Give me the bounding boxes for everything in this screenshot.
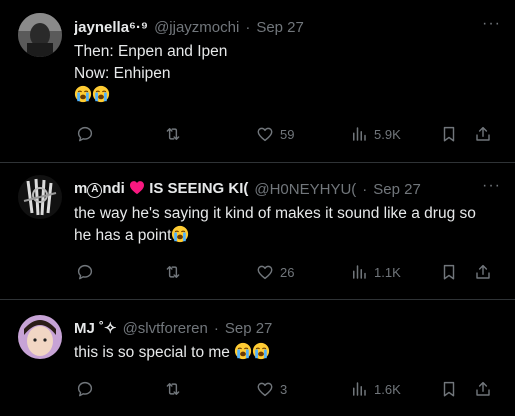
retweet-icon: [164, 263, 182, 281]
view-count: 5.9K: [374, 126, 401, 142]
views-button[interactable]: 5.9K: [350, 125, 401, 143]
loudly-crying-emoji: [234, 342, 252, 360]
like-icon: [256, 125, 274, 143]
avatar-image: [18, 175, 62, 219]
tweet-1[interactable]: jaynella⁶·⁹ @jjayzmochi · Sep 27 ··· The…: [0, 0, 515, 162]
views-button[interactable]: 1.6K: [350, 380, 401, 398]
reply-button[interactable]: [76, 263, 94, 281]
display-name-part: m: [74, 180, 88, 197]
views-button[interactable]: 1.1K: [350, 263, 401, 281]
timestamp[interactable]: Sep 27: [256, 19, 304, 36]
display-name-part: ndi: [102, 180, 125, 197]
share-icon: [474, 380, 492, 398]
bookmark-icon: [440, 125, 458, 143]
retweet-button[interactable]: [164, 263, 182, 281]
like-icon: [256, 380, 274, 398]
loudly-crying-emoji: [74, 85, 92, 103]
like-icon: [256, 263, 274, 281]
retweet-button[interactable]: [164, 380, 182, 398]
tweet-text: this is so special to me: [74, 342, 485, 364]
display-name[interactable]: m Andi IS SEEING KI(: [74, 180, 248, 198]
loudly-crying-emoji: [171, 225, 189, 243]
view-count: 1.6K: [374, 381, 401, 397]
handle[interactable]: @H0NEYHYU(: [254, 181, 356, 198]
like-count: 26: [280, 264, 295, 280]
more-icon[interactable]: ···: [482, 177, 501, 195]
retweet-button[interactable]: [164, 125, 182, 143]
views-icon: [350, 263, 368, 281]
share-icon: [474, 125, 492, 143]
retweet-icon: [164, 125, 182, 143]
loudly-crying-emoji: [252, 342, 270, 360]
tweet-body: the way he's saying it kind of makes it …: [74, 205, 476, 244]
like-button[interactable]: 26: [256, 263, 294, 281]
reply-icon: [76, 263, 94, 281]
avatar[interactable]: [18, 315, 62, 359]
bookmark-icon: [440, 263, 458, 281]
tweet-body: this is so special to me: [74, 344, 235, 361]
reply-button[interactable]: [76, 125, 94, 143]
bookmark-button[interactable]: [440, 380, 458, 398]
share-icon: [474, 263, 492, 281]
like-button[interactable]: 3: [256, 380, 287, 398]
tweet-2[interactable]: m Andi IS SEEING KI( @H0NEYHYU( · Sep 27 …: [0, 163, 515, 299]
tweet-header: MJ ˚✧ @slvtforeren · Sep 27: [74, 317, 507, 339]
tweet-line: Then: Enpen and Ipen: [74, 43, 228, 60]
view-count: 1.1K: [374, 264, 401, 280]
emoji-row: [74, 85, 485, 107]
timestamp[interactable]: Sep 27: [225, 320, 273, 337]
separator: ·: [245, 18, 251, 36]
more-icon[interactable]: ···: [482, 15, 501, 33]
display-name-suffix: IS SEEING KI(: [149, 180, 249, 197]
red-heart-emoji: [130, 181, 145, 195]
bookmark-icon: [440, 380, 458, 398]
timestamp[interactable]: Sep 27: [373, 181, 421, 198]
separator: ·: [213, 319, 219, 337]
share-button[interactable]: [474, 263, 492, 281]
avatar-image: [18, 315, 62, 359]
tweet-text: the way he's saying it kind of makes it …: [74, 203, 485, 247]
tweet-line: Now: Enhipen: [74, 65, 171, 82]
tweet-actions: 59 5.9K: [74, 125, 497, 147]
separator: ·: [362, 180, 368, 198]
loudly-crying-emoji: [92, 85, 110, 103]
tweet-header: m Andi IS SEEING KI( @H0NEYHYU( · Sep 27: [74, 178, 507, 200]
tweet-header: jaynella⁶·⁹ @jjayzmochi · Sep 27: [74, 16, 507, 38]
avatar-image: [18, 13, 62, 57]
avatar[interactable]: [18, 175, 62, 219]
tweet-text: Then: Enpen and Ipen Now: Enhipen: [74, 41, 485, 107]
avatar[interactable]: [18, 13, 62, 57]
share-button[interactable]: [474, 380, 492, 398]
share-button[interactable]: [474, 125, 492, 143]
reply-icon: [76, 380, 94, 398]
tweet-actions: 26 1.1K: [74, 263, 497, 285]
circled-letter: A: [87, 183, 103, 198]
tweet-actions: 3 1.6K: [74, 380, 497, 402]
handle[interactable]: @jjayzmochi: [154, 19, 239, 36]
like-count: 3: [280, 381, 288, 397]
views-icon: [350, 380, 368, 398]
bookmark-button[interactable]: [440, 125, 458, 143]
display-name[interactable]: jaynella⁶·⁹: [74, 19, 148, 36]
handle[interactable]: @slvtforeren: [123, 320, 208, 337]
reply-icon: [76, 125, 94, 143]
like-button[interactable]: 59: [256, 125, 294, 143]
retweet-icon: [164, 380, 182, 398]
bookmark-button[interactable]: [440, 263, 458, 281]
reply-button[interactable]: [76, 380, 94, 398]
display-name[interactable]: MJ ˚✧: [74, 319, 117, 337]
like-count: 59: [280, 126, 295, 142]
views-icon: [350, 125, 368, 143]
tweet-3[interactable]: MJ ˚✧ @slvtforeren · Sep 27 this is so s…: [0, 300, 515, 416]
